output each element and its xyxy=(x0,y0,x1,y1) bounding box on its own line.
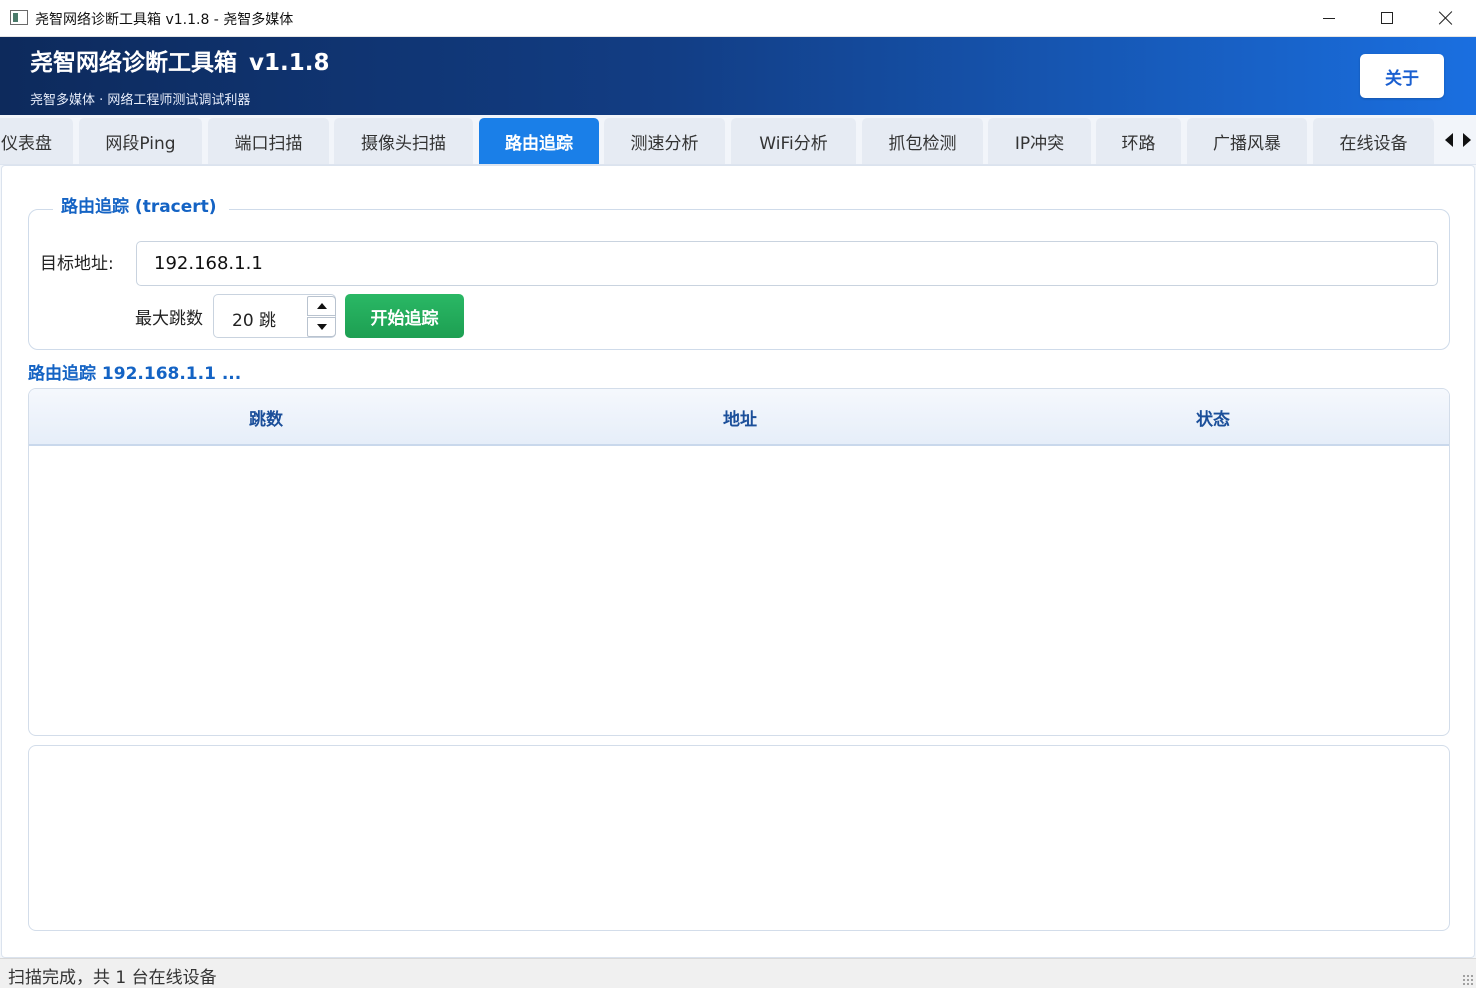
tab-broadcast-storm[interactable]: 广播风暴 xyxy=(1187,118,1307,164)
tab-subnet-ping[interactable]: 网段Ping xyxy=(79,118,202,164)
tab-speed-test[interactable]: 测速分析 xyxy=(604,118,725,164)
target-address-input[interactable]: 192.168.1.1 xyxy=(136,241,1438,286)
hops-table: 跳数 地址 状态 xyxy=(28,388,1450,736)
tab-scroll-arrows xyxy=(1440,131,1476,149)
status-text: 扫描完成，共 1 台在线设备 xyxy=(8,968,217,988)
log-output[interactable] xyxy=(28,745,1450,931)
tab-loop[interactable]: 环路 xyxy=(1096,118,1181,164)
traceroute-panel: 路由追踪 (tracert) 目标地址: 192.168.1.1 最大跳数 20… xyxy=(1,165,1475,958)
tab-scroll-right-button[interactable] xyxy=(1458,131,1476,149)
column-header-address[interactable]: 地址 xyxy=(503,389,977,446)
resize-grip-icon[interactable] xyxy=(1462,974,1474,986)
arrow-right-icon xyxy=(1463,133,1471,147)
tab-traceroute[interactable]: 路由追踪 xyxy=(479,118,599,164)
tab-label: 摄像头扫描 xyxy=(361,133,446,154)
tab-label: 在线设备 xyxy=(1339,133,1408,154)
tab-ip-conflict[interactable]: IP冲突 xyxy=(988,118,1091,164)
minimize-icon xyxy=(1323,17,1335,19)
tab-label: 端口扫描 xyxy=(234,133,303,154)
minimize-button[interactable] xyxy=(1300,0,1358,36)
tab-label: 抓包检测 xyxy=(888,133,957,154)
tab-label: 环路 xyxy=(1121,133,1156,154)
header-banner: 尧智网络诊断工具箱 v1.1.8 尧智多媒体 · 网络工程师测试调试利器 关于 xyxy=(0,37,1476,115)
hops-increase-button[interactable] xyxy=(307,296,336,316)
column-header-hop[interactable]: 跳数 xyxy=(29,389,503,446)
caret-up-icon xyxy=(316,303,327,309)
max-hops-stepper[interactable]: 20 跳 xyxy=(213,294,336,338)
app-name: 尧智网络诊断工具箱 xyxy=(30,50,237,76)
caret-down-icon xyxy=(316,324,327,330)
tab-label: 网段Ping xyxy=(105,133,176,154)
tab-wifi-analysis[interactable]: WiFi分析 xyxy=(731,118,856,164)
column-header-status[interactable]: 状态 xyxy=(977,389,1449,446)
tab-label: IP冲突 xyxy=(1014,133,1065,154)
close-icon xyxy=(1439,11,1453,25)
group-title: 路由追踪 (tracert) xyxy=(53,192,229,217)
max-hops-value: 20 跳 xyxy=(232,311,277,331)
start-trace-button[interactable]: 开始追踪 xyxy=(345,294,464,338)
tab-label: WiFi分析 xyxy=(759,133,828,154)
about-button[interactable]: 关于 xyxy=(1360,54,1444,98)
tab-online-devices[interactable]: 在线设备 xyxy=(1313,118,1434,164)
app-subtitle: 尧智多媒体 · 网络工程师测试调试利器 xyxy=(30,93,251,108)
maximize-icon xyxy=(1381,12,1393,24)
tab-label: 仪表盘 xyxy=(1,133,52,154)
tab-dashboard[interactable]: 仪表盘 xyxy=(0,118,73,164)
tab-packet-capture[interactable]: 抓包检测 xyxy=(862,118,983,164)
tab-label: 测速分析 xyxy=(630,133,699,154)
app-version: v1.1.8 xyxy=(249,50,330,76)
hops-decrease-button[interactable] xyxy=(307,317,336,337)
tab-bar: 仪表盘 网段Ping 端口扫描 摄像头扫描 路由追踪 测速分析 WiFi分析 抓… xyxy=(0,115,1476,165)
tab-scroll-left-button[interactable] xyxy=(1440,131,1458,149)
tab-camera-scan[interactable]: 摄像头扫描 xyxy=(334,118,473,164)
app-icon xyxy=(10,10,28,25)
table-header: 跳数 地址 状态 xyxy=(29,389,1449,446)
target-address-label: 目标地址: xyxy=(40,254,114,274)
maximize-button[interactable] xyxy=(1358,0,1416,36)
app-title: 尧智网络诊断工具箱 v1.1.8 xyxy=(30,43,329,77)
close-button[interactable] xyxy=(1417,0,1475,36)
tab-port-scan[interactable]: 端口扫描 xyxy=(208,118,329,164)
window-titlebar: 尧智网络诊断工具箱 v1.1.8 - 尧智多媒体 xyxy=(0,0,1476,37)
max-hops-label: 最大跳数 xyxy=(135,309,203,329)
window-title: 尧智网络诊断工具箱 v1.1.8 - 尧智多媒体 xyxy=(35,12,294,28)
arrow-left-icon xyxy=(1445,133,1453,147)
tab-label: 广播风暴 xyxy=(1213,133,1281,154)
trace-progress-text: 路由追踪 192.168.1.1 ... xyxy=(28,364,242,384)
tab-label: 路由追踪 xyxy=(505,133,573,154)
status-bar: 扫描完成，共 1 台在线设备 xyxy=(0,958,1476,988)
